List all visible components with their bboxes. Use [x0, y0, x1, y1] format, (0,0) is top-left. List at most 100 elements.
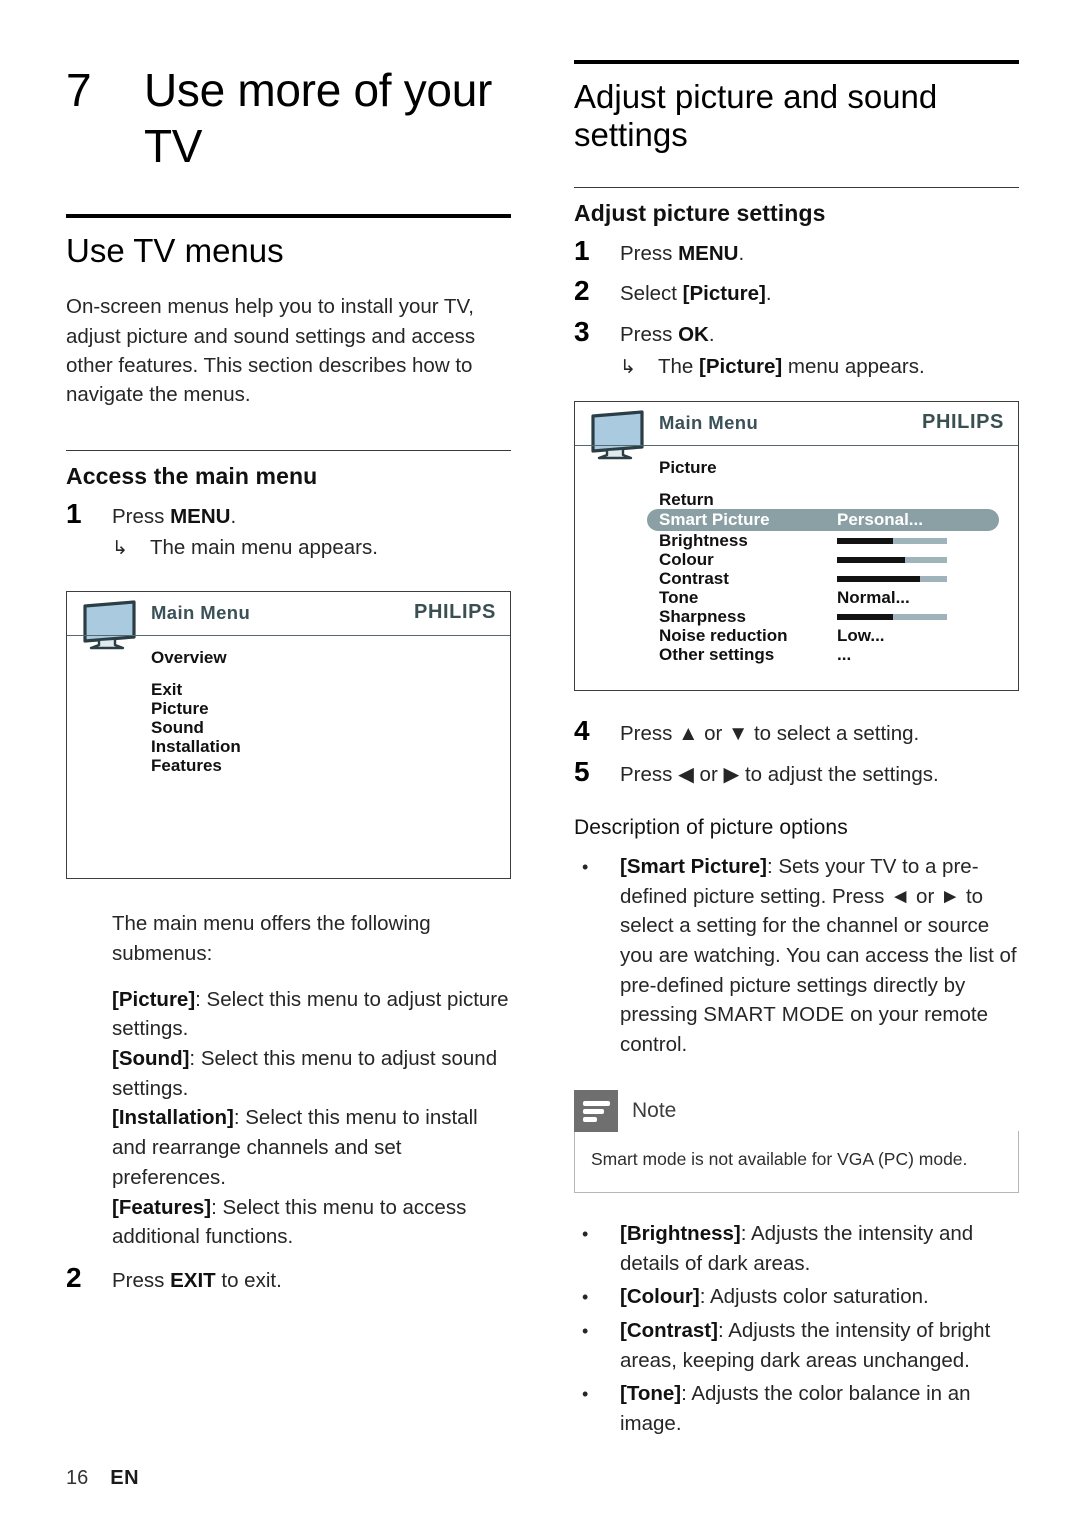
option-name: [Contrast] [620, 1319, 718, 1343]
submenu-installation: [Installation]: Select this menu to inst… [112, 1103, 511, 1192]
osd-title: Main Menu [659, 412, 759, 434]
submenu-sound-name: [Sound] [112, 1047, 190, 1071]
option-name: [Smart Picture] [620, 854, 767, 878]
bullet-icon: • [582, 1223, 589, 1244]
note-label: Note [632, 1098, 677, 1122]
list-item: • [Contrast]: Adjusts the intensity of b… [574, 1316, 1019, 1375]
sharpness-slider[interactable] [837, 613, 947, 620]
substep-text: The main menu appears. [150, 536, 378, 560]
osd-menu-item-exit[interactable]: Exit [151, 680, 510, 699]
bullet-icon: • [582, 1321, 589, 1342]
osd-row-value: Personal... [837, 510, 923, 530]
list-item: • [Colour]: Adjusts color saturation. [574, 1282, 1019, 1312]
osd-row-sharpness[interactable]: Sharpness [659, 607, 1018, 626]
osd-row-smart-picture[interactable]: Smart Picture Personal... [647, 509, 999, 532]
right-column: Adjust picture and sound settings Adjust… [574, 0, 1019, 1439]
steps-exit: 2 Press EXIT to exit. [66, 1260, 511, 1296]
osd-row-value: Normal... [837, 587, 910, 607]
step-text: Select [Picture]. [620, 282, 772, 306]
osd-menu-item-installation[interactable]: Installation [151, 737, 510, 756]
step-number: 2 [574, 275, 590, 307]
step-item: 3 Press OK. [574, 314, 1019, 350]
key-smart-mode: SMART MODE [703, 1003, 845, 1027]
note-icon [574, 1089, 618, 1132]
osd-screenshot-picture-menu: Main Menu PHILIPS Picture Return Smart P… [574, 401, 1019, 692]
bullet-icon: • [582, 1384, 589, 1405]
menu-picture: [Picture] [699, 354, 783, 378]
picture-options-list: • [Brightness]: Adjusts the intensity an… [574, 1219, 1019, 1439]
page-footer: 16 EN [66, 1467, 139, 1490]
step-number: 1 [574, 234, 590, 266]
option-name: [Colour] [620, 1285, 700, 1309]
osd-heading: Overview [151, 648, 227, 668]
subsection-title-adjust-picture-settings: Adjust picture settings [574, 199, 826, 226]
arrow-icon: ↳ [112, 538, 128, 560]
osd-header: Main Menu PHILIPS [575, 402, 1018, 460]
osd-row-colour[interactable]: Colour [659, 550, 1018, 569]
osd-row-contrast[interactable]: Contrast [659, 569, 1018, 588]
colour-slider[interactable] [837, 556, 947, 563]
step-item: 2 Press EXIT to exit. [66, 1260, 511, 1296]
option-name: [Brightness] [620, 1221, 741, 1245]
substep-text: The [Picture] menu appears. [658, 354, 925, 378]
intro-paragraph: On-screen menus help you to install your… [66, 295, 476, 407]
step-text: Press MENU. [620, 241, 745, 265]
subsection-rule [66, 449, 511, 451]
chapter-title: Use more of your TV [144, 64, 492, 173]
osd-menu-item-features[interactable]: Features [151, 756, 510, 775]
step-number: 2 [66, 1262, 82, 1294]
option-desc-pre: : Sets your TV to a pre-defined picture … [620, 854, 1017, 1027]
contrast-slider[interactable] [837, 575, 947, 582]
step-item: 2 Select [Picture]. [574, 273, 1019, 309]
subsection-title-access-main-menu: Access the main menu [66, 462, 318, 489]
subsection-rule-right [574, 186, 1019, 188]
step-number: 3 [574, 315, 590, 347]
submenu-descriptions: [Picture]: Select this menu to adjust pi… [66, 985, 511, 1252]
osd-body: Overview Exit Picture Sound Installation… [67, 635, 510, 775]
key-ok: OK [678, 322, 709, 346]
option-contrast: [Contrast]: Adjusts the intensity of bri… [620, 1316, 1019, 1375]
arrow-icon: ↳ [620, 356, 636, 378]
osd-row-label: Noise reduction [659, 625, 788, 645]
option-name: [Tone] [620, 1382, 682, 1406]
smart-picture-option-list: • [Smart Picture]: Sets your TV to a pre… [574, 852, 1019, 1060]
list-item: • [Tone]: Adjusts the color balance in a… [574, 1379, 1019, 1438]
step-text: Press OK. [620, 322, 715, 346]
submenu-intro: The main menu offers the following subme… [112, 912, 431, 965]
osd-row-tone[interactable]: Tone Normal... [659, 588, 1018, 607]
osd-row-noise-reduction[interactable]: Noise reduction Low... [659, 626, 1018, 645]
tv-icon [83, 600, 136, 650]
osd-menu-item-picture[interactable]: Picture [151, 699, 510, 718]
osd-title: Main Menu [151, 602, 251, 624]
submenu-picture-name: [Picture] [112, 987, 196, 1011]
steps-adjust-picture-continued: 4 Press ▲ or ▼ to select a setting. 5 Pr… [574, 713, 1019, 789]
submenu-sound: [Sound]: Select this menu to adjust soun… [112, 1044, 511, 1103]
osd-menu-item-return[interactable]: Return [659, 490, 1018, 509]
osd-screenshot-main-menu: Main Menu PHILIPS Overview Exit Picture … [66, 591, 511, 880]
brightness-slider[interactable] [837, 537, 947, 544]
key-menu: MENU [170, 504, 231, 528]
osd-body: Picture Return Smart Picture Personal...… [575, 445, 1018, 664]
substep-item: ↳ The [Picture] menu appears. [574, 352, 1019, 382]
steps-adjust-picture: 1 Press MENU. 2 Select [Picture]. 3 Pres… [574, 233, 1019, 382]
manual-page: 7 Use more of your TV Use TV menus On-sc… [0, 0, 1080, 1532]
steps-access-main-menu: 1 Press MENU. ↳ The main menu appears. [66, 496, 511, 563]
submenu-features: [Features]: Select this menu to access a… [112, 1193, 511, 1252]
osd-row-label: Contrast [659, 568, 729, 588]
left-column: 7 Use more of your TV Use TV menus On-sc… [66, 0, 511, 1296]
option-smart-picture: [Smart Picture]: Sets your TV to a pre-d… [620, 852, 1019, 1060]
osd-row-other-settings[interactable]: Other settings ... [659, 645, 1018, 664]
osd-row-brightness[interactable]: Brightness [659, 531, 1018, 550]
option-tone: [Tone]: Adjusts the color balance in an … [620, 1379, 1019, 1438]
key-exit: EXIT [170, 1269, 216, 1293]
osd-row-label: Tone [659, 587, 699, 607]
step-text: Press ▲ or ▼ to select a setting. [620, 722, 920, 746]
osd-menu-item-sound[interactable]: Sound [151, 718, 510, 737]
step-text: Press MENU. [112, 504, 237, 528]
menu-picture: [Picture] [682, 282, 766, 306]
options-heading: Description of picture options [574, 815, 848, 839]
step-item: 1 Press MENU. [574, 233, 1019, 269]
submenu-installation-name: [Installation] [112, 1106, 234, 1130]
osd-row-value: ... [837, 644, 852, 664]
step-number: 5 [574, 756, 590, 788]
